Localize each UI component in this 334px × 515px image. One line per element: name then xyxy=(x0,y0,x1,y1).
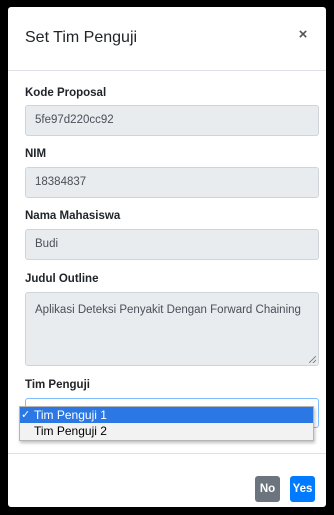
dropdown-option-label: Tim Penguji 2 xyxy=(34,424,107,438)
nim-label: NIM xyxy=(25,148,47,160)
nim-field[interactable]: 18384837 xyxy=(25,167,319,198)
tim-penguji-label: Tim Penguji xyxy=(25,379,90,391)
kode-proposal-field[interactable]: 5fe97d220cc92 xyxy=(25,105,319,136)
judul-outline-label: Judul Outline xyxy=(25,273,99,285)
judul-outline-textarea[interactable]: Aplikasi Deteksi Penyakit Dengan Forward… xyxy=(25,292,319,366)
tim-penguji-dropdown-list: ✓ Tim Penguji 1 Tim Penguji 2 xyxy=(19,406,314,441)
modal-title: Set Tim Penguji xyxy=(25,29,138,46)
resize-grip-icon[interactable] xyxy=(309,356,316,363)
modal-footer: No Yes xyxy=(8,453,326,507)
no-button[interactable]: No xyxy=(255,476,280,502)
dropdown-option-tim-penguji-2[interactable]: Tim Penguji 2 xyxy=(20,423,313,439)
dropdown-option-label: Tim Penguji 1 xyxy=(34,408,107,422)
nama-mahasiswa-label: Nama Mahasiswa xyxy=(25,210,121,222)
nama-mahasiswa-field[interactable]: Budi xyxy=(25,229,319,260)
close-button[interactable]: × xyxy=(296,26,310,44)
yes-button[interactable]: Yes xyxy=(290,476,315,502)
kode-proposal-label: Kode Proposal xyxy=(25,87,107,99)
judul-outline-text: Aplikasi Deteksi Penyakit Dengan Forward… xyxy=(35,304,301,316)
modal-header: Set Tim Penguji × xyxy=(8,7,326,71)
checkmark-icon: ✓ xyxy=(21,409,31,421)
dropdown-option-tim-penguji-1[interactable]: ✓ Tim Penguji 1 xyxy=(20,407,313,423)
